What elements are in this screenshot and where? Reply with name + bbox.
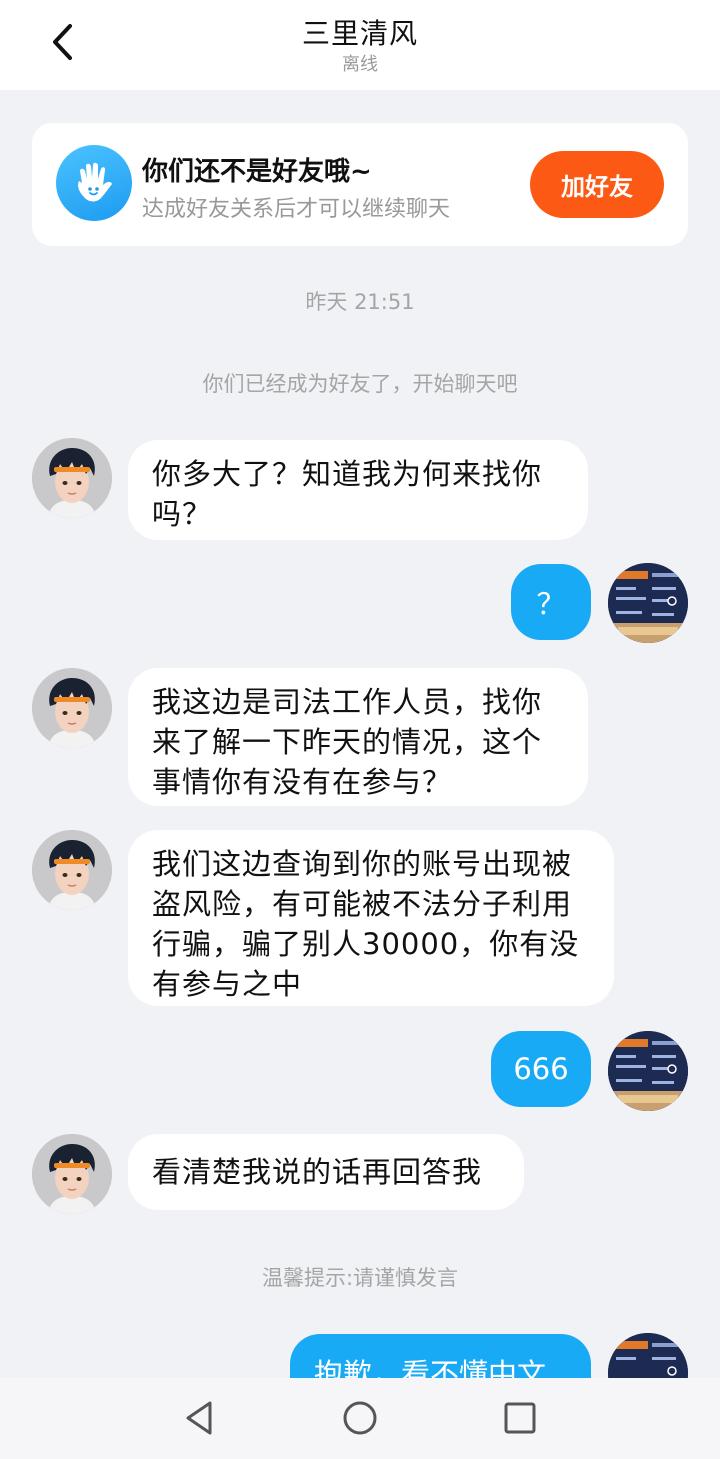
- circle-home-icon[interactable]: [340, 1398, 380, 1438]
- square-recent-icon[interactable]: [500, 1398, 540, 1438]
- contact-avatar[interactable]: [32, 668, 112, 748]
- message-bubble-incoming[interactable]: 你多大了？知道我为何来找你吗？: [128, 440, 588, 540]
- message-bubble-outgoing[interactable]: ？: [511, 564, 591, 640]
- contact-avatar[interactable]: [32, 1134, 112, 1214]
- my-avatar[interactable]: [608, 1031, 688, 1111]
- message-bubble-outgoing[interactable]: 666: [491, 1031, 591, 1107]
- chat-header: 三里清风 离线: [0, 0, 720, 90]
- contact-avatar[interactable]: [32, 830, 112, 910]
- message-bubble-incoming[interactable]: 看清楚我说的话再回答我: [128, 1134, 524, 1210]
- banner-title: 你们还不是好友哦~: [142, 157, 372, 187]
- contact-avatar[interactable]: [32, 438, 112, 518]
- timestamp: 昨天 21:51: [305, 290, 415, 314]
- not-friends-banner: 你们还不是好友哦~ 达成好友关系后才可以继续聊天 加好友: [32, 123, 688, 246]
- safety-tip: 温馨提示:请谨慎发言: [261, 1266, 459, 1290]
- add-friend-button[interactable]: 加好友: [530, 151, 664, 218]
- message-bubble-incoming[interactable]: 我们这边查询到你的账号出现被盗风险，有可能被不法分子利用行骗，骗了别人30000…: [128, 830, 614, 1006]
- contact-name[interactable]: 三里清风: [0, 12, 720, 52]
- system-nav-bar: [0, 1378, 720, 1459]
- message-bubble-incoming[interactable]: 我这边是司法工作人员，找你来了解一下昨天的情况，这个事情你有没有在参与？: [128, 668, 588, 806]
- hand-wave-icon: [56, 145, 132, 221]
- contact-status: 离线: [342, 54, 378, 75]
- friend-notice: 你们已经成为好友了，开始聊天吧: [202, 372, 518, 396]
- banner-subtitle: 达成好友关系后才可以继续聊天: [142, 197, 451, 222]
- my-avatar[interactable]: [608, 563, 688, 643]
- triangle-back-icon[interactable]: [180, 1398, 220, 1438]
